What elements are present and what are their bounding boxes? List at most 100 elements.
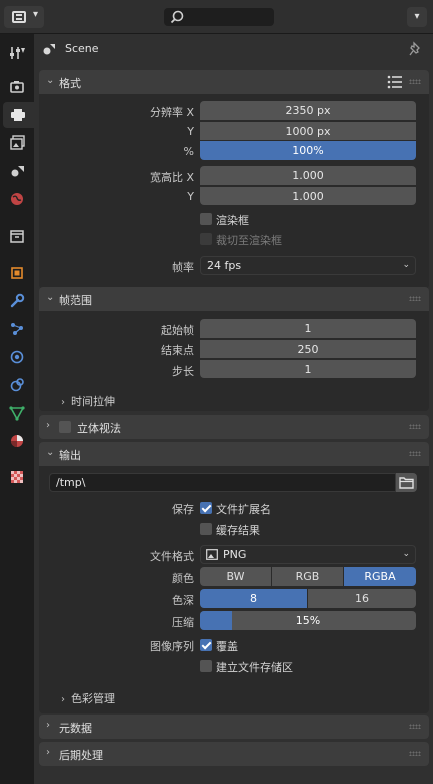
frame-step-field[interactable]: 1	[200, 359, 416, 378]
properties-tab-strip	[0, 34, 34, 784]
drag-grip-icon[interactable]	[409, 424, 421, 429]
cache-result-checkbox[interactable]	[200, 523, 212, 535]
output-panel: ⌄ 输出 /tmp\ 保存 文件扩展名 缓存结果 文件格式 PNG ⌄ 颜色 B…	[39, 442, 429, 713]
tab-constraints[interactable]	[3, 372, 31, 398]
tab-scene[interactable]	[3, 158, 31, 184]
color-mode-rgb[interactable]: RGB	[272, 567, 344, 586]
properties-main: Scene ⌄ 格式 分辨率 X 2350 px Y 1000 px % 100…	[34, 34, 433, 784]
scene-icon	[43, 44, 55, 55]
stereoscopy-panel-header[interactable]: › 立体视法	[39, 415, 429, 439]
chevron-right-icon: ›	[61, 397, 65, 408]
compression-slider[interactable]: 15%	[200, 611, 416, 630]
aspect-x-field[interactable]: 1.000	[200, 166, 416, 185]
frame-range-panel-header[interactable]: ⌄ 帧范围	[39, 287, 429, 311]
placeholders-label: 建立文件存储区	[216, 661, 293, 674]
chevron-right-icon: ›	[46, 747, 50, 758]
material-icon	[11, 435, 23, 447]
aspect-y-label: Y	[187, 190, 194, 203]
frame-range-panel: ⌄ 帧范围 起始帧 1 结束点 250 步长 1 › 时间拉伸	[39, 287, 429, 411]
crop-to-region-label: 裁切至渲染框	[216, 234, 282, 247]
chevron-right-icon: ›	[61, 694, 65, 705]
crop-to-region-checkbox[interactable]	[200, 233, 212, 245]
tab-world[interactable]	[3, 186, 31, 212]
texture-checker-icon	[11, 471, 23, 483]
file-extensions-checkbox[interactable]	[200, 502, 212, 514]
chevron-down-icon: ⌄	[46, 447, 55, 458]
tab-object[interactable]	[3, 260, 31, 286]
tab-output[interactable]	[3, 102, 34, 128]
tab-view-layer[interactable]	[3, 130, 31, 156]
overwrite-checkbox[interactable]	[200, 639, 212, 651]
stereoscopy-checkbox[interactable]	[59, 421, 71, 433]
frame-rate-select[interactable]: 24 fps ⌄	[200, 256, 416, 275]
browse-folder-button[interactable]	[396, 473, 417, 492]
constraints-icon	[10, 378, 24, 392]
render-region-checkbox[interactable]	[200, 213, 212, 225]
post-processing-panel-header[interactable]: › 后期处理	[39, 742, 429, 766]
save-label: 保存	[172, 503, 194, 516]
pin-icon[interactable]	[409, 41, 423, 57]
format-panel: ⌄ 格式 分辨率 X 2350 px Y 1000 px % 100% 宽高比 …	[39, 70, 429, 289]
image-file-icon	[206, 549, 218, 560]
editor-type-button[interactable]: ▾	[4, 6, 44, 28]
view-layer-icon	[10, 135, 25, 150]
collection-icon	[10, 230, 24, 243]
color-depth-16[interactable]: 16	[308, 589, 416, 608]
cache-result-label: 缓存结果	[216, 524, 260, 537]
header-options-button[interactable]: ▾	[407, 7, 427, 27]
search-input[interactable]	[164, 8, 274, 26]
color-management-subpanel[interactable]: › 色彩管理	[61, 690, 115, 706]
search-icon	[170, 10, 184, 24]
chevron-right-icon: ›	[46, 720, 50, 731]
tab-collection[interactable]	[3, 224, 31, 250]
resolution-x-label: 分辨率 X	[149, 106, 194, 119]
placeholders-checkbox[interactable]	[200, 660, 212, 672]
tab-texture[interactable]	[3, 464, 31, 490]
tab-tool[interactable]	[3, 40, 31, 66]
drag-grip-icon[interactable]	[409, 751, 421, 756]
frame-rate-label: 帧率	[172, 261, 194, 274]
tab-data[interactable]	[3, 400, 31, 426]
aspect-y-field[interactable]: 1.000	[200, 186, 416, 205]
tab-modifiers[interactable]	[3, 288, 31, 314]
tab-particles[interactable]	[3, 316, 31, 342]
chevron-down-icon: ▾	[32, 9, 38, 20]
properties-editor-icon	[12, 11, 26, 23]
color-depth-8[interactable]: 8	[200, 589, 308, 608]
output-path-input[interactable]: /tmp\	[49, 473, 396, 492]
metadata-panel-header[interactable]: › 元数据	[39, 715, 429, 739]
time-stretching-subpanel[interactable]: › 时间拉伸	[61, 393, 115, 409]
resolution-percent-slider[interactable]: 100%	[200, 141, 416, 160]
render-camera-icon	[10, 81, 24, 93]
color-mode-rgba[interactable]: RGBA	[344, 567, 416, 586]
presets-list-icon[interactable]	[387, 75, 403, 89]
tab-material[interactable]	[3, 428, 31, 454]
frame-start-label: 起始帧	[161, 324, 194, 337]
file-format-select[interactable]: PNG ⌄	[200, 545, 416, 564]
properties-header: ▾ ▾	[0, 0, 433, 34]
frame-start-field[interactable]: 1	[200, 319, 416, 338]
wrench-icon	[10, 293, 25, 308]
folder-icon	[399, 477, 414, 489]
tab-physics[interactable]	[3, 344, 31, 370]
resolution-x-field[interactable]: 2350 px	[200, 101, 416, 120]
format-panel-header[interactable]: ⌄ 格式	[39, 70, 429, 94]
color-mode-bw[interactable]: BW	[200, 567, 272, 586]
drag-grip-icon[interactable]	[409, 296, 421, 301]
chevron-down-icon: ⌄	[402, 549, 410, 559]
resolution-y-label: Y	[187, 125, 194, 138]
output-panel-header[interactable]: ⌄ 输出	[39, 442, 429, 466]
drag-grip-icon[interactable]	[409, 724, 421, 729]
drag-grip-icon[interactable]	[409, 79, 421, 84]
chevron-down-icon: ▾	[414, 11, 420, 22]
compression-label: 压缩	[172, 616, 194, 629]
tab-render[interactable]	[3, 74, 31, 100]
frame-step-label: 步长	[172, 365, 194, 378]
image-sequence-label: 图像序列	[150, 640, 194, 653]
object-icon	[11, 267, 23, 279]
overwrite-label: 覆盖	[216, 640, 238, 653]
chevron-down-icon: ⌄	[46, 75, 55, 86]
drag-grip-icon[interactable]	[409, 451, 421, 456]
frame-end-field[interactable]: 250	[200, 339, 416, 358]
resolution-y-field[interactable]: 1000 px	[200, 121, 416, 140]
